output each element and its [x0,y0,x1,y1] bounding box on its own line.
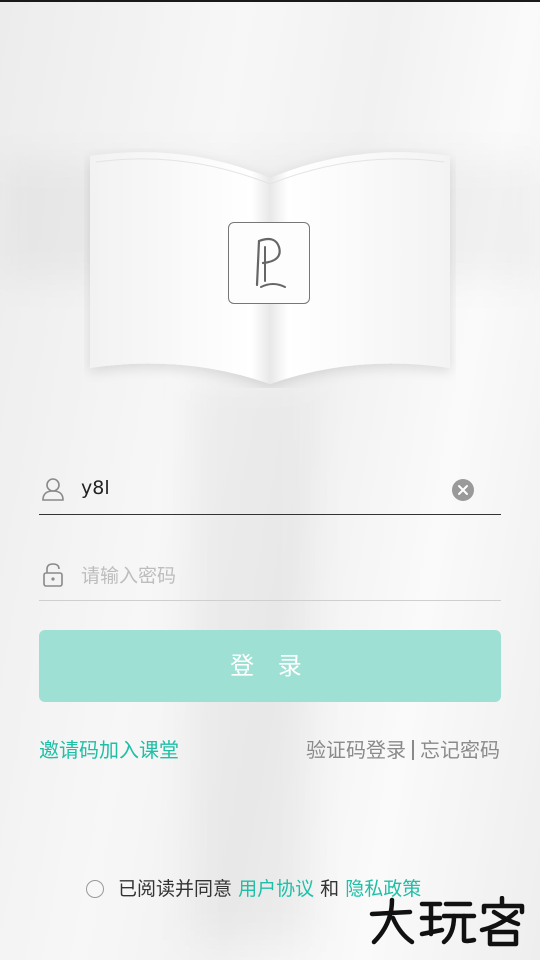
password-input[interactable] [79,558,443,594]
watermark-logo [366,895,530,948]
status-bar-edge [0,0,540,2]
username-field[interactable]: y8l [39,466,501,515]
agreement-prefix: 已阅读并同意 [118,878,233,900]
invite-code-link[interactable]: 邀请码加入课堂 [39,734,179,763]
login-button[interactable]: 登 录 [39,630,501,702]
password-field[interactable] [39,552,501,601]
agreement-and: 和 [320,878,340,900]
clear-icon[interactable] [451,478,475,502]
user-agreement-link[interactable]: 用户协议 [238,878,314,900]
app-logo [228,222,310,304]
sms-login-link[interactable]: 验证码登录 [306,738,406,762]
auxiliary-links: 验证码登录 忘记密码 [306,734,500,763]
link-divider [412,740,414,760]
lock-icon [41,562,65,588]
username-value[interactable]: y8l [81,477,110,499]
agreement-checkbox[interactable] [86,880,104,898]
forgot-password-link[interactable]: 忘记密码 [420,738,500,762]
user-icon [41,476,65,502]
